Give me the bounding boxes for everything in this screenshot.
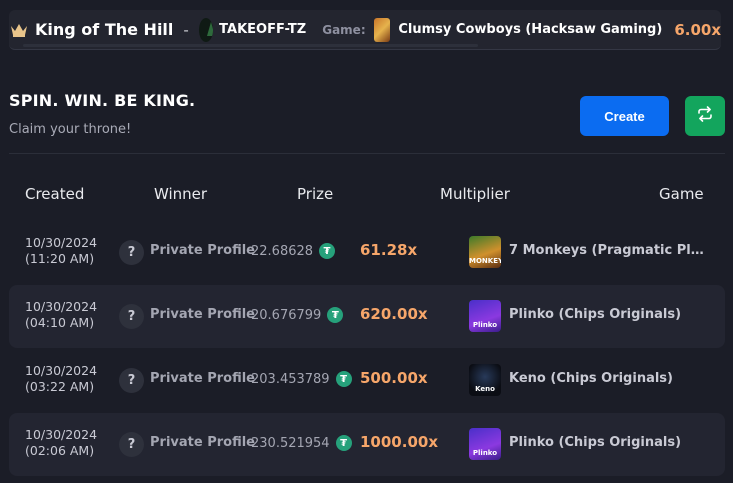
- table-row[interactable]: 10/30/2024 (03:22 AM) ? Private Profile …: [9, 349, 725, 412]
- king-of-the-hill-banner[interactable]: King of The Hill - TAKEOFF-TZ Game: Clum…: [9, 10, 721, 50]
- created-time: (11:20 AM): [25, 251, 95, 266]
- winner-name: Private Profile: [150, 435, 255, 450]
- game-name[interactable]: Plinko (Chips Originals): [509, 435, 709, 450]
- created-cell: 10/30/2024 (03:22 AM): [25, 363, 97, 395]
- tether-icon: ₮: [335, 371, 352, 387]
- header-multiplier[interactable]: Multiplier: [440, 185, 510, 203]
- plinko-thumbnail[interactable]: Plinko: [469, 300, 501, 332]
- header-created[interactable]: Created: [25, 185, 84, 203]
- page-subline: Claim your throne!: [9, 122, 132, 137]
- created-date: 10/30/2024: [25, 235, 98, 250]
- banner-scroll-indicator: [23, 44, 478, 47]
- thumb-label: Plinko: [472, 449, 498, 457]
- winner-name: Private Profile: [150, 307, 255, 322]
- winner-name: Private Profile: [150, 371, 255, 386]
- private-profile-icon: ?: [119, 432, 144, 457]
- header-game[interactable]: Game: [659, 185, 704, 203]
- prize-cell: 230.521954 ₮: [251, 435, 352, 451]
- prize-cell: 203.453789 ₮: [251, 371, 352, 387]
- private-profile-icon: ?: [119, 304, 144, 329]
- banner-multiplier: 6.00x: [674, 20, 721, 39]
- created-time: (02:06 AM): [25, 443, 95, 458]
- multiplier-value: 1000.00x: [360, 433, 438, 451]
- header-winner[interactable]: Winner: [154, 185, 207, 203]
- multiplier-value: 500.00x: [360, 369, 428, 387]
- game-name[interactable]: Plinko (Chips Originals): [509, 307, 709, 322]
- table-row[interactable]: 10/30/2024 (11:20 AM) ? Private Profile …: [9, 221, 725, 284]
- table-row[interactable]: 10/30/2024 (02:06 AM) ? Private Profile …: [9, 413, 725, 476]
- refresh-icon: [696, 105, 714, 127]
- prize-amount: 230.521954: [251, 435, 330, 451]
- plinko-thumbnail[interactable]: Plinko: [469, 428, 501, 460]
- private-profile-icon: ?: [119, 240, 144, 265]
- created-cell: 10/30/2024 (02:06 AM): [25, 427, 97, 459]
- prize-cell: 22.68628 ₮: [251, 243, 336, 259]
- section-divider: [9, 153, 725, 154]
- created-date: 10/30/2024: [25, 427, 98, 442]
- banner-title: King of The Hill: [35, 20, 174, 39]
- tether-icon: ₮: [335, 435, 352, 451]
- header-prize[interactable]: Prize: [297, 185, 333, 203]
- tether-icon: ₮: [319, 243, 336, 259]
- thumb-label: Plinko: [472, 321, 498, 329]
- prize-amount: 22.68628: [251, 243, 314, 259]
- banner-username[interactable]: TAKEOFF-TZ: [219, 22, 306, 37]
- page-headline: SPIN. WIN. BE KING.: [9, 91, 196, 110]
- prize-cell: 20.676799 ₮: [251, 307, 344, 323]
- monkeys-thumbnail[interactable]: MONKEYS: [469, 236, 501, 268]
- refresh-button[interactable]: [685, 96, 725, 136]
- created-time: (04:10 AM): [25, 315, 95, 330]
- prize-amount: 20.676799: [251, 307, 322, 323]
- clumsy-cowboys-thumbnail[interactable]: [373, 17, 391, 42]
- multiplier-value: 620.00x: [360, 305, 428, 323]
- banner-game-name[interactable]: Clumsy Cowboys (Hacksaw Gaming): [398, 22, 662, 37]
- prize-amount: 203.453789: [251, 371, 330, 387]
- thumb-label: MONKEYS: [469, 257, 501, 265]
- created-cell: 10/30/2024 (04:10 AM): [25, 299, 97, 331]
- created-cell: 10/30/2024 (11:20 AM): [25, 235, 97, 267]
- banner-game-label: Game:: [322, 22, 366, 37]
- create-button[interactable]: Create: [580, 96, 669, 136]
- table-row[interactable]: 10/30/2024 (04:10 AM) ? Private Profile …: [9, 285, 725, 348]
- keno-thumbnail[interactable]: Keno: [469, 364, 501, 396]
- crown-icon: [10, 20, 28, 40]
- created-date: 10/30/2024: [25, 299, 98, 314]
- user-avatar: [198, 17, 214, 42]
- tether-icon: ₮: [327, 307, 344, 323]
- created-date: 10/30/2024: [25, 363, 98, 378]
- private-profile-icon: ?: [119, 368, 144, 393]
- banner-separator: -: [183, 20, 189, 39]
- thumb-label: Keno: [475, 385, 495, 393]
- game-name[interactable]: Keno (Chips Originals): [509, 371, 709, 386]
- winner-name: Private Profile: [150, 243, 255, 258]
- game-name[interactable]: 7 Monkeys (Pragmatic Play): [509, 243, 709, 258]
- multiplier-value: 61.28x: [360, 241, 418, 259]
- created-time: (03:22 AM): [25, 379, 95, 394]
